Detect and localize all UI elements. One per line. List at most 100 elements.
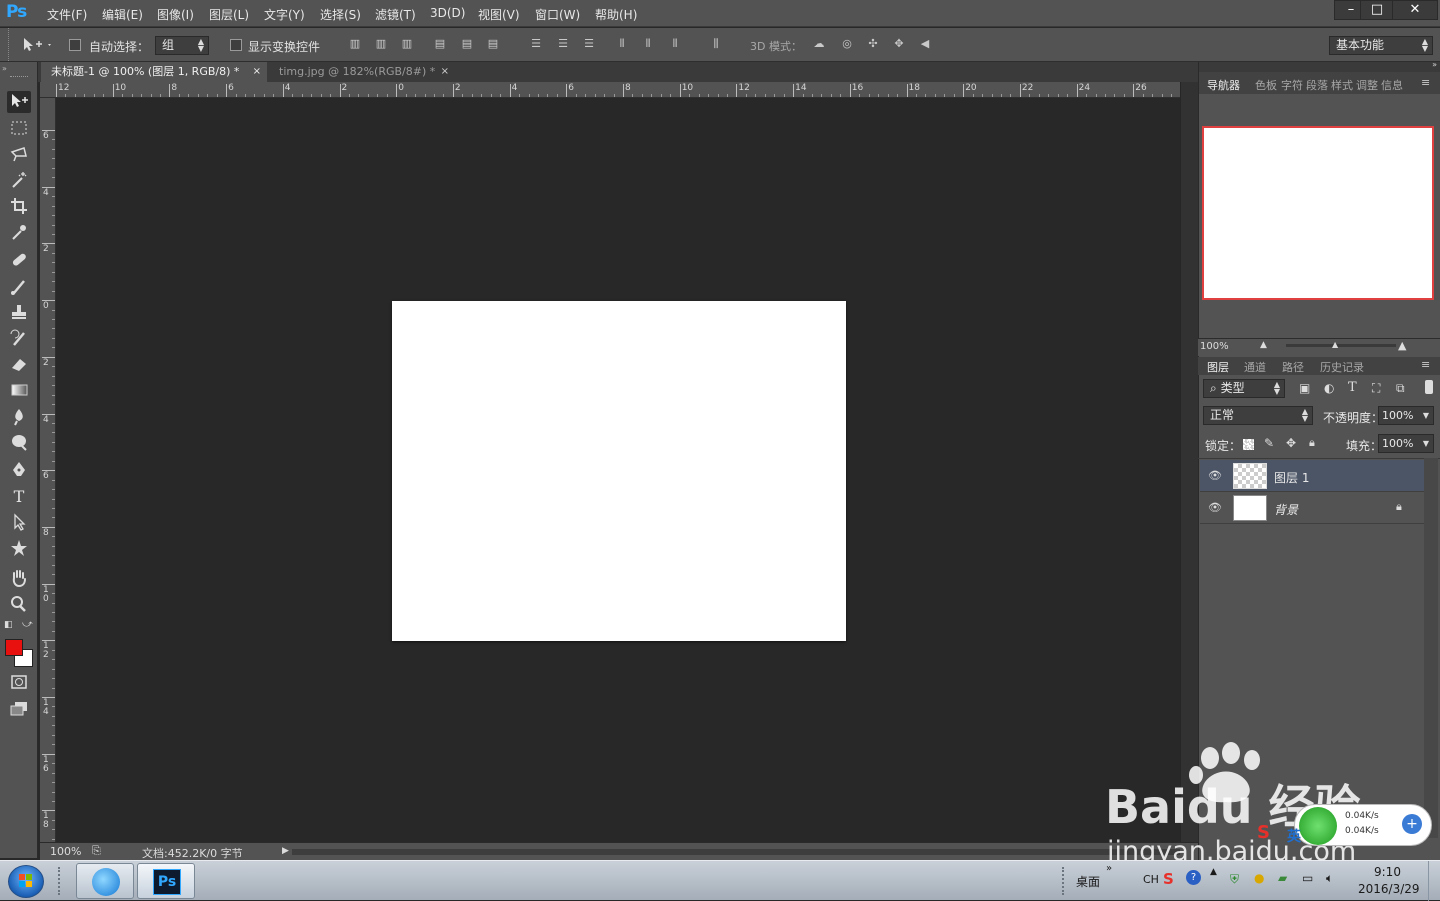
gradient-tool-icon[interactable] (7, 380, 31, 402)
3d-scale-icon[interactable]: ◀ (918, 37, 932, 51)
healing-brush-tool-icon[interactable] (7, 250, 31, 272)
distribute-hcenter-icon[interactable]: ⫴ (641, 37, 655, 51)
auto-select-checkbox[interactable] (69, 39, 81, 51)
zoom-tool-icon[interactable] (7, 594, 31, 616)
swap-colors-icon[interactable]: ⤻ (22, 619, 33, 630)
align-right-icon[interactable]: ▤ (486, 37, 500, 51)
align-vcenter-icon[interactable]: ▥ (374, 37, 388, 51)
sogou-tray-icon[interactable]: S (1163, 870, 1174, 888)
zoom-slider-thumb[interactable]: ▲ (1332, 340, 1338, 349)
tab-paths[interactable]: 路径 (1282, 359, 1304, 375)
auto-align-icon[interactable]: ⫼ (709, 37, 723, 51)
marquee-tool-icon[interactable] (7, 118, 31, 140)
show-desktop-button[interactable] (1428, 861, 1440, 901)
language-indicator[interactable]: CH (1143, 873, 1159, 886)
distribute-left-icon[interactable]: ⫴ (615, 37, 629, 51)
navigator-zoom-value[interactable]: 100% (1200, 341, 1229, 352)
tab-info[interactable]: 信息 (1381, 77, 1403, 93)
pen-tool-icon[interactable] (7, 460, 31, 482)
clock-date[interactable]: 2016/3/29 (1358, 882, 1420, 896)
menu-3d[interactable]: 3D(D) (430, 6, 465, 20)
distribute-vcenter-icon[interactable]: ☰ (556, 37, 570, 51)
lock-transparent-icon[interactable] (1243, 439, 1254, 450)
horizontal-ruler[interactable]: 12 10 8 6 4 2 0 2 4 6 8 10 12 14 16 18 20 22 24 26 (40, 82, 1180, 98)
tab-adjustments[interactable]: 调整 (1356, 77, 1378, 93)
options-grip[interactable] (8, 28, 13, 61)
tools-grip[interactable] (10, 76, 28, 79)
workspace-dropdown[interactable]: 基本功能 ▲ ▼ (1329, 36, 1433, 55)
lock-position-icon[interactable]: ✥ (1286, 436, 1296, 450)
navigator-preview[interactable] (1202, 126, 1434, 300)
layer-row-background[interactable]: 👁︎ 背景 🔒︎ (1200, 492, 1424, 524)
taskbar-browser[interactable] (76, 863, 134, 899)
zoom-out-icon[interactable]: ▲ (1260, 340, 1267, 350)
menu-help[interactable]: 帮助(H) (595, 6, 637, 23)
layer-filter-dropdown[interactable]: ⌕ 类型 ▲ ▼ (1203, 379, 1285, 398)
lock-all-icon[interactable]: 🔒︎ (1309, 436, 1315, 450)
vertical-ruler[interactable]: 6 4 2 0 2 4 6 8 10 12 14 16 18 (40, 98, 56, 842)
path-selection-tool-icon[interactable] (7, 512, 31, 534)
filter-smart-object-icon[interactable]: ⧉ (1396, 381, 1405, 396)
zoom-in-icon[interactable]: ▲ (1398, 339, 1406, 352)
panel-menu-icon[interactable]: ≡ (1421, 76, 1430, 89)
distribute-top-icon[interactable]: ☰ (529, 37, 543, 51)
horizontal-scrollbar[interactable] (292, 849, 1180, 855)
blend-mode-dropdown[interactable]: 正常 ▲ ▼ (1203, 406, 1313, 425)
toolbar-chevron-icon[interactable]: » (1106, 863, 1112, 874)
custom-shape-tool-icon[interactable] (7, 538, 31, 560)
guard-icon[interactable]: ● (1254, 871, 1264, 885)
3d-rotate-icon[interactable]: ☁ (812, 37, 826, 51)
tab-layers[interactable]: 图层 (1207, 359, 1229, 375)
tab-history[interactable]: 历史记录 (1320, 359, 1364, 375)
tab-untitled-1[interactable]: 未标题-1 @ 100% (图层 1, RGB/8) * × (41, 62, 267, 82)
menu-select[interactable]: 选择(S) (320, 6, 361, 23)
menu-filter[interactable]: 滤镜(T) (375, 6, 416, 23)
tab-close-icon[interactable]: × (253, 62, 261, 82)
layer-lock-icon[interactable]: 🔒︎ (1396, 500, 1402, 514)
clock-time[interactable]: 9:10 (1374, 865, 1401, 879)
align-left-icon[interactable]: ▤ (433, 37, 447, 51)
help-icon[interactable]: ? (1186, 870, 1201, 885)
quick-mask-icon[interactable] (7, 672, 31, 694)
export-icon[interactable]: ⎘ (92, 844, 101, 858)
brush-tool-icon[interactable] (7, 276, 31, 298)
tab-character[interactable]: 字符 (1281, 77, 1303, 93)
tab-timg[interactable]: timg.jpg @ 182%(RGB/8#) * × (269, 62, 455, 82)
hand-tool-icon[interactable] (7, 568, 31, 590)
tab-channels[interactable]: 通道 (1244, 359, 1266, 375)
layers-panel-menu-icon[interactable]: ≡ (1421, 358, 1430, 371)
filter-pixel-icon[interactable]: ▣ (1299, 381, 1310, 395)
zoom-level[interactable]: 100% (50, 845, 81, 858)
3d-pan-icon[interactable]: ✣ (866, 37, 880, 51)
show-hidden-icons[interactable]: ▲ (1210, 867, 1217, 877)
default-colors-icon[interactable]: ◧ (4, 620, 13, 630)
tab-styles[interactable]: 样式 (1331, 77, 1353, 93)
dodge-tool-icon[interactable] (7, 432, 31, 454)
menu-layer[interactable]: 图层(L) (209, 6, 249, 23)
zoom-slider-track[interactable] (1286, 344, 1396, 347)
start-button[interactable] (8, 865, 44, 898)
toolbar-grip[interactable] (1062, 867, 1068, 895)
document-canvas[interactable] (392, 301, 846, 641)
desktop-toolbar-label[interactable]: 桌面 (1076, 873, 1100, 890)
network-speed-widget[interactable]: 0.04K/s 0.04K/s + (1294, 804, 1432, 846)
filter-shape-icon[interactable]: ⛶ (1372, 381, 1380, 396)
vertical-scrollbar[interactable] (1180, 82, 1198, 842)
taskbar-photoshop[interactable]: Ps (137, 863, 195, 899)
fill-field[interactable]: 100% ▼ (1378, 434, 1434, 453)
eraser-tool-icon[interactable] (7, 354, 31, 376)
move-tool-icon[interactable] (7, 91, 31, 113)
distribute-right-icon[interactable]: ⫴ (668, 37, 682, 51)
history-brush-tool-icon[interactable] (7, 328, 31, 350)
align-bottom-icon[interactable]: ▥ (400, 37, 414, 51)
crop-tool-icon[interactable] (7, 196, 31, 218)
lock-pixels-icon[interactable]: ✎ (1264, 436, 1274, 450)
sogou-ime-icon[interactable]: S (1257, 822, 1283, 844)
tab-swatches[interactable]: 色板 (1255, 77, 1277, 93)
magic-wand-tool-icon[interactable] (7, 170, 31, 192)
visibility-eye-icon[interactable]: 👁︎ (1208, 501, 1222, 514)
ime-mode[interactable]: 英 (1287, 826, 1301, 846)
tab-navigator[interactable]: 导航器 (1207, 77, 1240, 93)
show-transform-checkbox[interactable] (230, 39, 242, 51)
menu-type[interactable]: 文字(Y) (264, 6, 305, 23)
